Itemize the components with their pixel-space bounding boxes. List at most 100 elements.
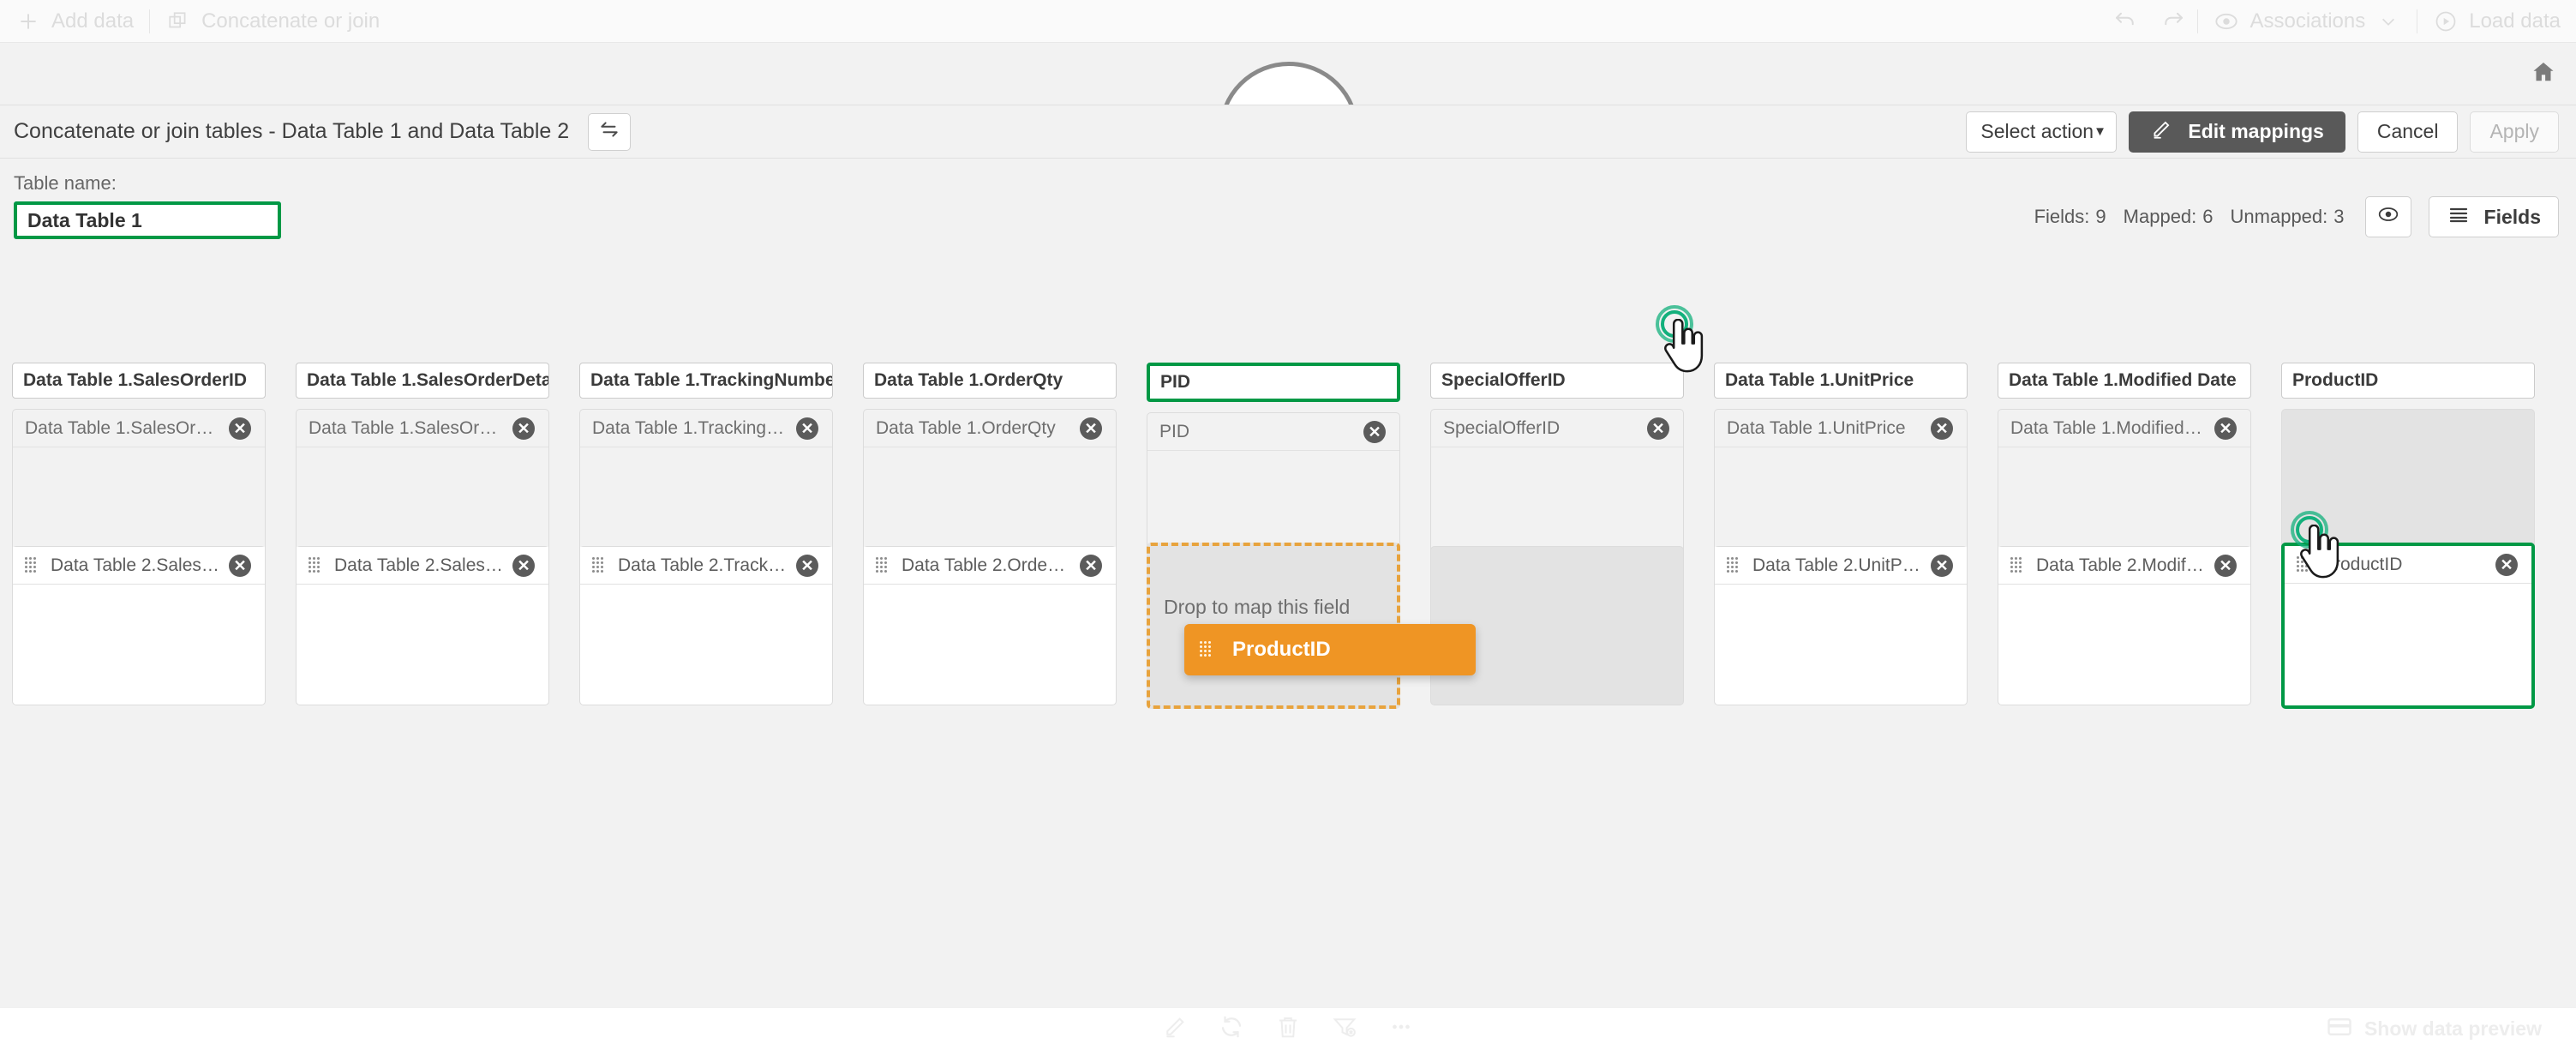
dragging-field-chip[interactable]: ProductID: [1184, 624, 1476, 675]
remove-field-button[interactable]: ✕: [1931, 417, 1953, 440]
remove-field-button[interactable]: ✕: [796, 417, 818, 440]
mapping-column: Data Table 1.SalesOrderID Data Table 1.Sa…: [12, 363, 266, 705]
target-field-row: Data Table 2.UnitPrice ✕: [1715, 547, 1967, 585]
target-field-card[interactable]: Data Table 2.UnitPrice ✕: [1714, 546, 1968, 705]
remove-field-button[interactable]: ✕: [1931, 554, 1953, 577]
source-field-card: Data Table 1.TrackingNu... ✕: [579, 409, 833, 568]
target-field-card[interactable]: ProductID ✕: [2281, 543, 2535, 709]
unmapped-count-value: 3: [2333, 206, 2345, 227]
unmapped-count-group: Unmapped: 3: [2231, 206, 2345, 228]
remove-field-button[interactable]: ✕: [2495, 553, 2518, 576]
source-field-card: Data Table 1.SalesOrder... ✕: [296, 409, 549, 568]
footer-action-icons: [1162, 1014, 1414, 1044]
mapping-column: SpecialOfferID SpecialOfferID ✕: [1430, 363, 1684, 705]
apply-button[interactable]: Apply: [2470, 111, 2559, 153]
add-data-button[interactable]: Add data: [0, 0, 149, 43]
column-name-value: Data Table 1.OrderQty: [874, 370, 1063, 390]
select-action-dropdown[interactable]: Select action ▼: [1966, 111, 2118, 153]
mapping-column: Data Table 1.UnitPrice Data Table 1.UnitP…: [1714, 363, 1968, 705]
remove-field-button[interactable]: ✕: [512, 417, 535, 440]
target-field-card[interactable]: Data Table 2.SalesOr... ✕: [12, 546, 266, 705]
source-field-row: SpecialOfferID ✕: [1431, 410, 1683, 447]
column-name-input[interactable]: Data Table 1.OrderQty: [863, 363, 1117, 399]
chevron-down-icon: ▼: [2094, 124, 2106, 139]
column-name-input[interactable]: Data Table 1.Modified Date: [1998, 363, 2251, 399]
panel-preview-icon: [2327, 1016, 2352, 1043]
source-field-row: Data Table 1.SalesOrder... ✕: [297, 410, 548, 447]
list-lines-icon: [2447, 204, 2471, 230]
source-field-label: Data Table 1.TrackingNu...: [592, 417, 788, 438]
source-field-row: PID ✕: [1147, 413, 1399, 451]
source-field-card: Data Table 1.OrderQty ✕: [863, 409, 1117, 568]
column-name-input[interactable]: PID: [1147, 363, 1400, 402]
target-field-row: Data Table 2.Modifie... ✕: [1998, 547, 2250, 585]
cancel-button[interactable]: Cancel: [2357, 111, 2459, 153]
home-button[interactable]: [2519, 53, 2567, 94]
remove-field-button[interactable]: ✕: [796, 554, 818, 577]
remove-field-button[interactable]: ✕: [229, 554, 251, 577]
concatenate-or-join-button[interactable]: Concatenate or join: [150, 0, 395, 43]
show-data-preview-button[interactable]: Show data preview: [2327, 1016, 2542, 1043]
redo-button[interactable]: [2149, 0, 2197, 43]
concatenate-join-panel: Concatenate or join tables - Data Table …: [0, 105, 2576, 983]
load-data-label: Load data: [2469, 9, 2561, 33]
undo-button[interactable]: [2101, 0, 2149, 43]
fields-count-label: Fields:: [2034, 206, 2090, 227]
target-field-row: ProductID ✕: [2285, 546, 2531, 584]
target-field-card[interactable]: Data Table 2.SalesOr... ✕: [296, 546, 549, 705]
column-name-input[interactable]: Data Table 1.UnitPrice: [1714, 363, 1968, 399]
unmapped-count-label: Unmapped:: [2230, 206, 2328, 227]
more-ellipsis-icon[interactable]: [1388, 1014, 1414, 1044]
load-data-button[interactable]: Load data: [2417, 0, 2576, 43]
preview-toggle-button[interactable]: [2364, 196, 2411, 237]
column-name-input[interactable]: ProductID: [2281, 363, 2535, 399]
source-field-card: Data Table 1.UnitPrice ✕: [1714, 409, 1968, 568]
remove-field-button[interactable]: ✕: [512, 554, 535, 577]
target-field-label: Data Table 2.UnitPrice: [1752, 555, 1922, 575]
column-name-value: Data Table 1.SalesOrderID: [23, 370, 248, 390]
target-field-label: Data Table 2.OrderQty: [902, 555, 1071, 575]
edit-pencil-icon[interactable]: [1162, 1014, 1188, 1044]
source-field-row: Data Table 1.UnitPrice ✕: [1715, 410, 1967, 447]
drop-zone-label: Drop to map this field: [1164, 596, 1351, 618]
drag-handle-icon: [25, 556, 39, 574]
edit-mappings-button[interactable]: Edit mappings: [2129, 111, 2345, 153]
column-name-input[interactable]: Data Table 1.SalesOrderID: [12, 363, 266, 399]
associations-label: Associations: [2250, 9, 2366, 33]
home-icon: [2531, 59, 2556, 89]
table-name-input[interactable]: Data Table 1: [14, 201, 281, 239]
fields-summary: Fields: 9 Mapped: 6 Unmapped: 3 Fields: [2034, 196, 2559, 237]
column-name-input[interactable]: Data Table 1.TrackingNumber: [579, 363, 833, 399]
redo-icon: [2160, 6, 2186, 36]
show-data-preview-label: Show data preview: [2363, 1017, 2542, 1040]
target-field-label: Data Table 2.Trackin...: [618, 555, 788, 575]
remove-field-button[interactable]: ✕: [229, 417, 251, 440]
column-name-input[interactable]: SpecialOfferID: [1430, 363, 1684, 399]
concatenate-tables-icon: [165, 9, 191, 34]
mapping-column: PID PID ✕ Drop to map this field: [1147, 363, 1400, 709]
source-field-label: Data Table 1.SalesOrderID: [25, 417, 220, 438]
associations-button[interactable]: Associations: [2198, 0, 2417, 43]
remove-field-button[interactable]: ✕: [2214, 554, 2237, 577]
remove-field-button[interactable]: ✕: [2214, 417, 2237, 440]
table-name-label: Table name:: [14, 172, 117, 194]
remove-field-button[interactable]: ✕: [1080, 554, 1102, 577]
source-field-row: Data Table 1.TrackingNu... ✕: [580, 410, 832, 447]
swap-tables-button[interactable]: [588, 112, 632, 151]
eye-icon: [2377, 203, 2399, 231]
undo-icon: [2112, 6, 2138, 36]
remove-field-button[interactable]: ✕: [1647, 417, 1669, 440]
target-field-card[interactable]: Data Table 2.Trackin... ✕: [579, 546, 833, 705]
dragging-field-label: ProductID: [1232, 638, 1331, 661]
remove-field-button[interactable]: ✕: [1363, 420, 1386, 443]
cancel-label: Cancel: [2376, 120, 2439, 142]
delete-trash-icon[interactable]: [1275, 1014, 1301, 1044]
clear-filter-icon[interactable]: [1332, 1014, 1357, 1044]
fields-button[interactable]: Fields: [2428, 196, 2559, 237]
target-field-card[interactable]: Data Table 2.Modifie... ✕: [1998, 546, 2251, 705]
remove-field-button[interactable]: ✕: [1080, 417, 1102, 440]
load-data-play-icon: [2433, 9, 2459, 34]
target-field-card[interactable]: Data Table 2.OrderQty ✕: [863, 546, 1117, 705]
refresh-icon[interactable]: [1219, 1014, 1244, 1044]
column-name-input[interactable]: Data Table 1.SalesOrderDetailID: [296, 363, 549, 399]
